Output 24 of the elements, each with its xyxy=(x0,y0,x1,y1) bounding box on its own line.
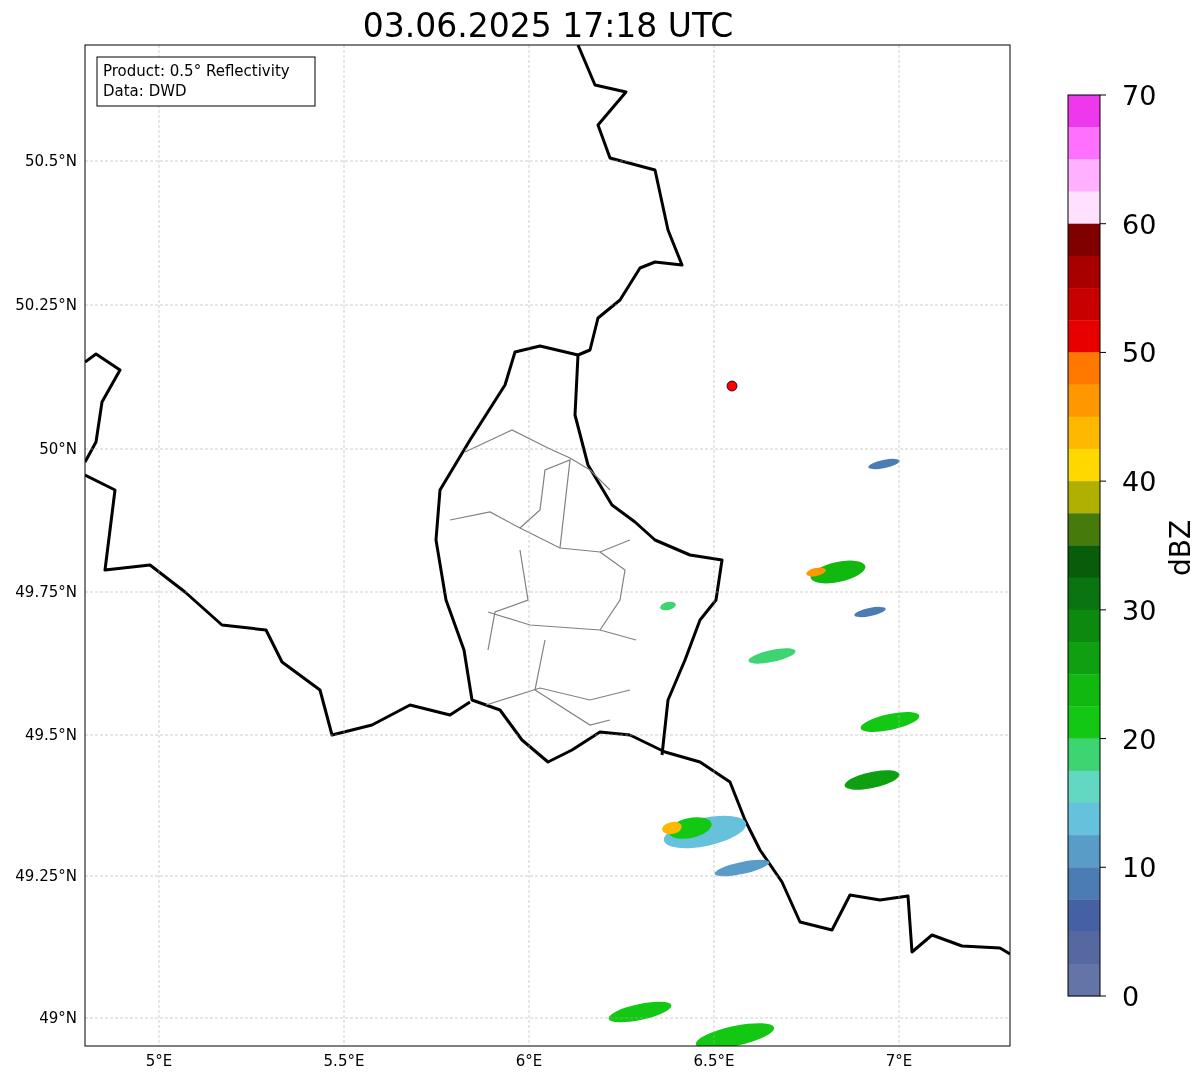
axis-tick-label: 50.5°N xyxy=(24,152,77,170)
axis-tick-label: 50.25°N xyxy=(15,296,77,314)
legend-text: Product: 0.5° Reflectivity xyxy=(103,62,290,80)
axis-tick-label: 49.75°N xyxy=(15,583,77,601)
colorbar-tick-label: 20 xyxy=(1122,723,1157,755)
colorbar-tick-label: 60 xyxy=(1122,208,1157,240)
colorbar-label: dBZ xyxy=(1164,519,1197,577)
colorbar-tick-label: 10 xyxy=(1122,852,1157,884)
axis-tick-label: 5.5°E xyxy=(323,1052,365,1070)
colorbar-tick-label: 0 xyxy=(1122,981,1140,1012)
axis-tick-label: 49.25°N xyxy=(15,867,77,885)
chart-title: 03.06.2025 17:18 UTC xyxy=(362,6,734,45)
axis-tick-label: 7°E xyxy=(885,1052,913,1070)
axis-tick-label: 49°N xyxy=(39,1009,77,1027)
colorbar-tick-label: 50 xyxy=(1122,337,1157,369)
colorbar-tick-label: 40 xyxy=(1122,466,1157,498)
legend-text: Data: DWD xyxy=(103,82,187,100)
colorbar-tick-label: 70 xyxy=(1122,80,1157,111)
axis-tick-label: 50°N xyxy=(39,440,77,458)
axis-tick-label: 5°E xyxy=(145,1052,173,1070)
axis-tick-label: 6°E xyxy=(515,1052,543,1070)
axis-tick-label: 6.5°E xyxy=(693,1052,735,1070)
colorbar-tick-label: 30 xyxy=(1122,594,1157,626)
axis-tick-label: 49.5°N xyxy=(24,726,77,744)
